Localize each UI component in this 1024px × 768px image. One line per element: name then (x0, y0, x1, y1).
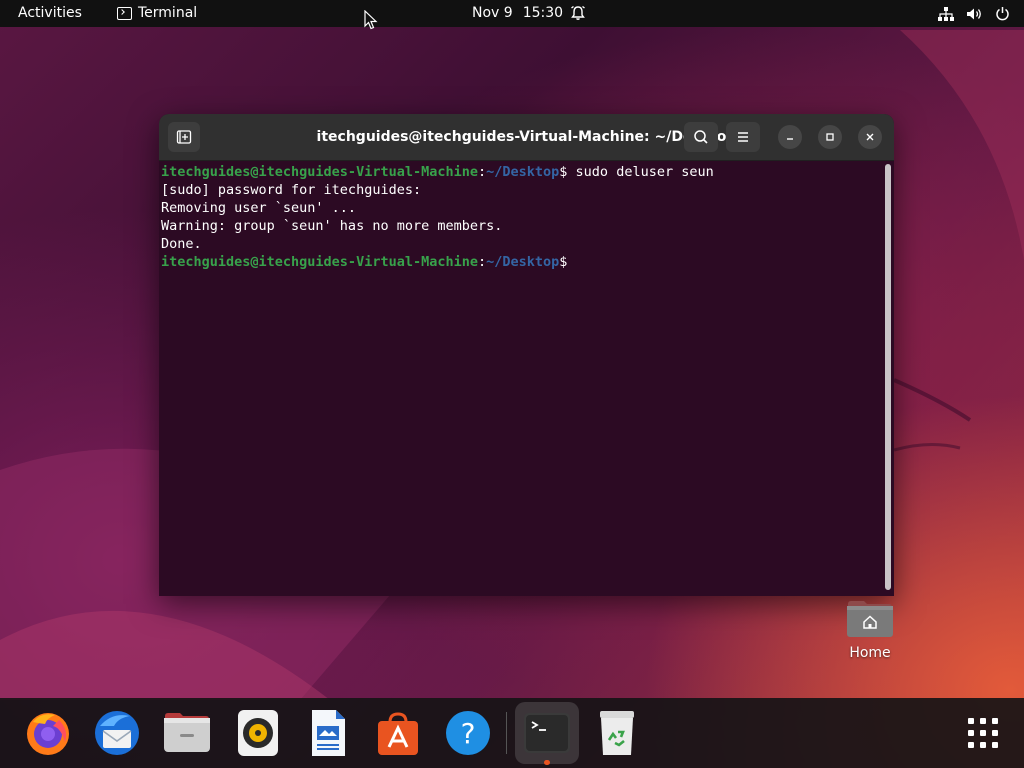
help-icon[interactable]: ? (443, 708, 493, 758)
title-bar[interactable]: itechguides@itechguides-Virtual-Machine:… (159, 114, 894, 161)
alarm-icon[interactable] (569, 4, 587, 22)
dock: ? (0, 698, 1024, 768)
terminal-app-icon[interactable] (522, 708, 572, 758)
prompt-user-host: itechguides@itechguides-Virtual-Machine (161, 164, 478, 180)
clock-time: 15:30 (522, 5, 564, 21)
rhythmbox-icon[interactable] (233, 708, 283, 758)
output-line: [sudo] password for itechguides: (161, 182, 422, 198)
output-line: Warning: group `seun' has no more member… (161, 218, 503, 234)
hamburger-menu-icon (738, 132, 748, 142)
search-button[interactable] (684, 122, 718, 152)
search-icon (694, 130, 708, 144)
terminal-output[interactable]: itechguides@itechguides-Virtual-Machine:… (159, 161, 884, 596)
app-center-icon[interactable] (373, 708, 423, 758)
prompt-path: ~/Desktop (486, 254, 560, 270)
app-menu-label: Terminal (138, 5, 198, 21)
terminal-window[interactable]: itechguides@itechguides-Virtual-Machine:… (159, 114, 894, 596)
volume-icon (967, 8, 981, 19)
output-line: Done. (161, 236, 202, 252)
current-prompt-line: itechguides@itechguides-Virtual-Machine:… (161, 254, 568, 270)
svg-text:?: ? (461, 717, 476, 750)
clock[interactable]: Nov 9 15:30 (472, 0, 563, 27)
maximize-button[interactable] (818, 125, 842, 149)
prompt-path: ~/Desktop (486, 164, 560, 180)
show-applications-icon[interactable] (963, 716, 1003, 752)
thunderbird-icon[interactable] (92, 708, 142, 758)
network-icon (938, 6, 954, 21)
close-icon (866, 133, 874, 141)
command-line: itechguides@itechguides-Virtual-Machine:… (161, 164, 714, 180)
app-menu-terminal[interactable]: Terminal (117, 0, 197, 27)
libreoffice-writer-icon[interactable] (303, 708, 353, 758)
minimize-icon (787, 138, 793, 140)
maximize-icon (826, 133, 834, 141)
prompt-user-host: itechguides@itechguides-Virtual-Machine (161, 254, 478, 270)
firefox-icon[interactable] (23, 708, 73, 758)
system-tray[interactable] (938, 0, 1010, 27)
dock-separator (506, 712, 507, 754)
clock-date: Nov 9 (472, 5, 513, 21)
mouse-cursor-icon (364, 10, 378, 30)
home-folder-icon[interactable] (846, 600, 894, 638)
files-icon[interactable] (162, 708, 212, 758)
minimize-button[interactable] (778, 125, 802, 149)
terminal-icon (117, 7, 132, 20)
trash-icon[interactable] (592, 708, 642, 758)
power-icon (996, 7, 1009, 21)
activities-button[interactable]: Activities (18, 0, 82, 27)
output-line: Removing user `seun' ... (161, 200, 357, 216)
menu-button[interactable] (726, 122, 760, 152)
command-text: sudo deluser seun (567, 164, 714, 180)
top-bar: Activities Terminal Nov 9 15:30 (0, 0, 1024, 27)
home-folder-label[interactable]: Home (830, 645, 910, 661)
running-indicator (544, 760, 550, 765)
scrollbar[interactable] (885, 164, 891, 590)
close-button[interactable] (858, 125, 882, 149)
